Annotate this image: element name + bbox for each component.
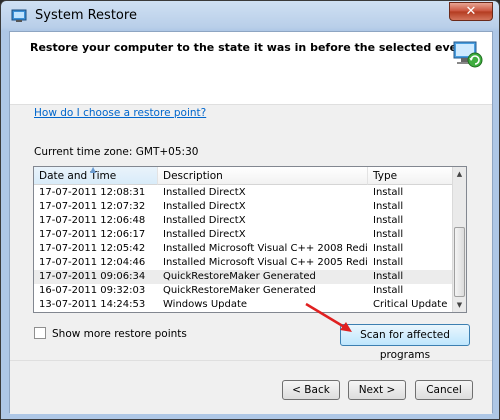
system-restore-window: System Restore ✕ Restore your computer t… [0, 0, 500, 420]
timezone-label: Current time zone: GMT+05:30 [34, 146, 199, 158]
row-type: Install [373, 271, 404, 282]
column-header-description[interactable]: Description [158, 167, 368, 185]
row-type: Install [373, 201, 404, 212]
dialog-body: Restore your computer to the state it wa… [9, 31, 493, 414]
row-date: 17-07-2011 12:07:32 [39, 201, 146, 212]
row-description: Installed Microsoft Visual C++ 2005 Redi… [163, 257, 368, 268]
header-panel: Restore your computer to the state it wa… [10, 32, 492, 105]
table-row[interactable]: 17-07-2011 12:08:31 Installed DirectX In… [34, 186, 454, 200]
restore-computer-icon [453, 41, 483, 68]
row-type: Install [373, 215, 404, 226]
row-date: 13-07-2011 14:24:53 [39, 299, 146, 310]
row-description: Installed DirectX [163, 215, 246, 226]
column-header-date[interactable]: ▲ Date and Time [34, 167, 158, 185]
row-type: Install [373, 285, 404, 296]
window-title: System Restore [35, 8, 137, 23]
show-more-checkbox[interactable] [34, 327, 46, 339]
red-arrow-icon [305, 302, 352, 332]
row-date: 17-07-2011 12:06:17 [39, 229, 146, 240]
vertical-scrollbar[interactable]: ▲ ▼ [452, 167, 466, 312]
sort-indicator-icon: ▲ [90, 166, 97, 174]
column-header-type[interactable]: Type [368, 167, 454, 185]
row-type: Install [373, 229, 404, 240]
close-button[interactable]: ✕ [449, 2, 493, 21]
back-button[interactable]: < Back [282, 380, 340, 400]
row-date: 17-07-2011 12:06:48 [39, 215, 146, 226]
row-type: Install [373, 257, 404, 268]
row-description: Installed Microsoft Visual C++ 2008 Redi… [163, 243, 368, 254]
table-row[interactable]: 17-07-2011 12:06:48 Installed DirectX In… [34, 214, 454, 228]
column-label: Type [373, 170, 398, 182]
row-description: Installed DirectX [163, 201, 246, 212]
table-row[interactable]: 17-07-2011 09:06:34 QuickRestoreMaker Ge… [34, 270, 454, 284]
help-link[interactable]: How do I choose a restore point? [34, 107, 206, 119]
column-label: Date and Time [39, 170, 117, 182]
row-date: 17-07-2011 09:06:34 [39, 271, 146, 282]
table-row[interactable]: 17-07-2011 12:06:17 Installed DirectX In… [34, 228, 454, 242]
row-date: 17-07-2011 12:08:31 [39, 187, 146, 198]
system-restore-icon [11, 9, 27, 22]
title-bar[interactable]: System Restore ✕ [1, 1, 499, 31]
table-row[interactable]: 13-07-2011 14:24:53 Windows Update Criti… [34, 298, 454, 312]
row-date: 17-07-2011 12:05:42 [39, 243, 146, 254]
scroll-down-icon[interactable]: ▼ [453, 298, 466, 312]
restore-points-table[interactable]: ▲ Date and Time Description Type 17-07-2… [33, 166, 467, 313]
row-date: 17-07-2011 12:04:46 [39, 257, 146, 268]
row-description: QuickRestoreMaker Generated [163, 285, 316, 296]
scroll-thumb[interactable] [454, 227, 465, 297]
row-date: 16-07-2011 09:32:03 [39, 285, 146, 296]
cancel-button[interactable]: Cancel [415, 380, 473, 400]
row-description: QuickRestoreMaker Generated [163, 271, 316, 282]
show-more-label: Show more restore points [52, 328, 187, 340]
table-row[interactable]: 17-07-2011 12:04:46 Installed Microsoft … [34, 256, 454, 270]
next-button[interactable]: Next > [348, 380, 406, 400]
column-label: Description [163, 170, 223, 182]
scroll-up-icon[interactable]: ▲ [453, 167, 466, 181]
page-heading: Restore your computer to the state it wa… [30, 41, 471, 54]
row-description: Installed DirectX [163, 187, 246, 198]
table-row[interactable]: 17-07-2011 12:07:32 Installed DirectX In… [34, 200, 454, 214]
row-description: Installed DirectX [163, 229, 246, 240]
row-type: Install [373, 187, 404, 198]
table-row[interactable]: 17-07-2011 12:05:42 Installed Microsoft … [34, 242, 454, 256]
row-type: Install [373, 243, 404, 254]
row-type: Critical Update [373, 299, 448, 310]
table-row[interactable]: 16-07-2011 09:32:03 QuickRestoreMaker Ge… [34, 284, 454, 298]
